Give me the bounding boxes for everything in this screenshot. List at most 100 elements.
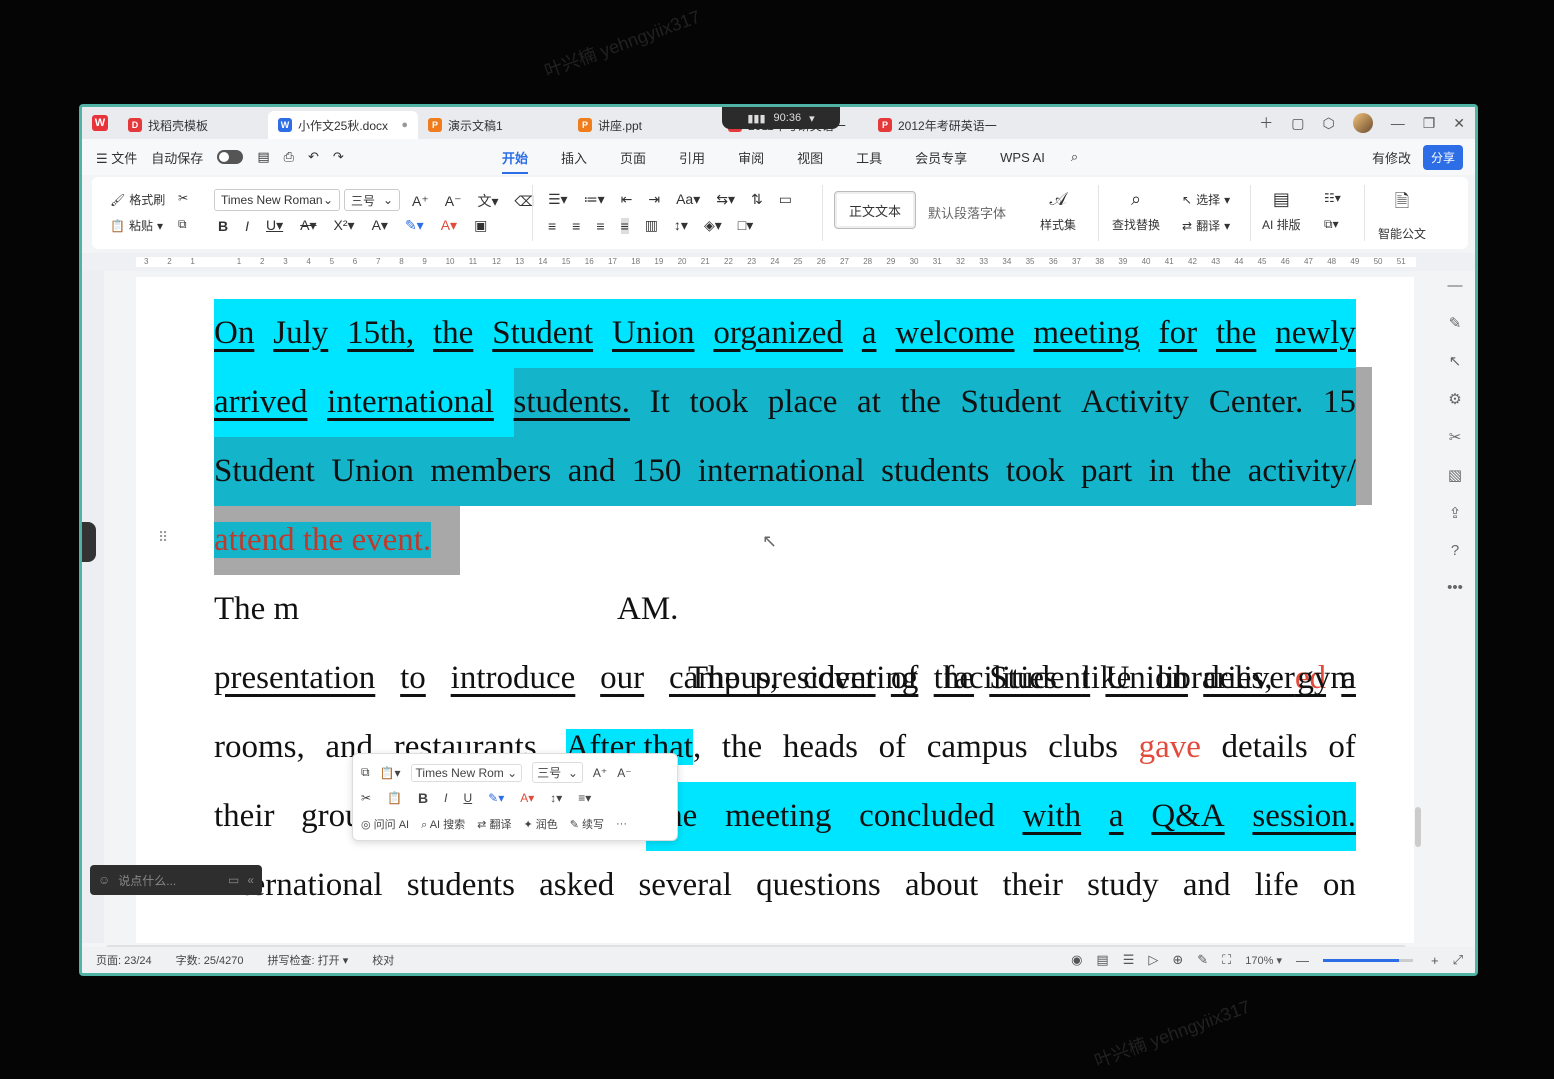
shrink-font-icon[interactable]: A⁻ <box>445 193 462 210</box>
proofread[interactable]: 校对 <box>372 952 394 968</box>
arrange-icon[interactable]: ⧉▾ <box>1324 217 1339 232</box>
menu-item-5[interactable]: 视图 <box>797 148 823 167</box>
increase-indent-icon[interactable]: ⇥ <box>648 191 660 208</box>
phonetic-icon[interactable]: 文▾ <box>477 191 498 211</box>
cut-icon[interactable]: ✂ <box>178 191 188 205</box>
underline-icon[interactable]: U <box>463 791 472 805</box>
justify-icon[interactable]: ≡ <box>620 217 629 234</box>
smart-doc-button[interactable]: 🗎 智能公文 <box>1378 189 1426 242</box>
float-input-panel[interactable]: ☺ 说点什么... ▭ « <box>90 865 262 895</box>
close-icon[interactable]: ✕ <box>1453 115 1465 132</box>
line-spacing-icon[interactable]: ↕▾ <box>550 791 562 805</box>
app-center-icon[interactable]: ⬡ <box>1322 115 1334 132</box>
copy-icon[interactable]: ⧉ <box>361 765 370 780</box>
menu-item-0[interactable]: 开始 <box>502 148 529 174</box>
word-count[interactable]: 字数: 25/4270 <box>176 952 244 968</box>
menu-item-8[interactable]: WPS AI <box>1000 150 1045 165</box>
font-name-select[interactable]: Times New Roman ⌄ <box>214 189 340 211</box>
zoom-out-icon[interactable]: — <box>1296 953 1309 968</box>
help-icon[interactable]: ? <box>1451 542 1459 559</box>
italic-icon[interactable]: I <box>245 218 249 234</box>
superscript-icon[interactable]: X²▾ <box>334 217 355 234</box>
font-color-icon[interactable]: A▾ <box>520 791 534 805</box>
save-icon[interactable]: ▤ <box>257 149 269 165</box>
has-changes-label[interactable]: 有修改 <box>1372 148 1411 167</box>
shading-icon[interactable]: ◈▾ <box>704 217 722 234</box>
recording-indicator[interactable]: ▮▮▮ 90:36 ▾ <box>722 107 840 129</box>
bold-icon[interactable]: B <box>418 790 428 806</box>
sort-icon[interactable]: ⇅ <box>751 191 763 208</box>
align-right-icon[interactable]: ≡ <box>596 218 604 234</box>
paste-icon[interactable]: 📋▾ <box>380 766 401 780</box>
bullet-list-icon[interactable]: ☰▾ <box>548 191 568 208</box>
window-layout-icon[interactable]: ▢ <box>1291 115 1304 132</box>
cut-icon[interactable]: ✂ <box>361 791 371 805</box>
continue-writing-button[interactable]: ✎ 续写 <box>570 816 604 832</box>
pen-icon[interactable]: ✎ <box>1449 314 1462 332</box>
clipboard-icon[interactable]: 📋 <box>387 791 402 805</box>
file-menu[interactable]: ☰ 文件 <box>96 148 137 167</box>
style-default-font[interactable]: 默认段落字体 <box>928 203 1006 222</box>
minimize-icon[interactable]: — <box>1391 115 1405 131</box>
char-shading-icon[interactable]: ▣ <box>474 217 487 234</box>
ai-layout-button[interactable]: ▤ AI 排版 <box>1262 189 1301 233</box>
more-icon[interactable]: ··· <box>616 818 627 830</box>
cursor-icon[interactable]: ↖ <box>1449 352 1462 370</box>
collapse-icon[interactable]: — <box>1448 277 1463 294</box>
redo-icon[interactable]: ↷ <box>333 149 344 165</box>
highlight-icon[interactable]: ✎▾ <box>405 217 424 234</box>
drag-handle-icon[interactable]: ⠿ <box>158 529 168 546</box>
ai-search-button[interactable]: ⌕ AI 搜索 <box>421 816 465 832</box>
avatar[interactable] <box>1352 113 1373 133</box>
find-replace-button[interactable]: ⌕ 查找替换 <box>1112 189 1160 233</box>
font-color-icon[interactable]: A▾ <box>441 217 457 234</box>
zoom-level[interactable]: 170% ▾ <box>1245 954 1282 967</box>
polish-button[interactable]: ✦ 润色 <box>523 816 557 832</box>
style-set-button[interactable]: 𝒜 样式集 <box>1040 189 1076 233</box>
paste-button[interactable]: 📋 粘贴 ▾ <box>110 217 163 234</box>
grow-font-icon[interactable]: A⁺ <box>412 193 429 210</box>
pen-icon[interactable]: ✎ <box>1197 952 1208 968</box>
share-button[interactable]: 分享 <box>1422 144 1463 170</box>
highlight-icon[interactable]: ✎▾ <box>488 791 504 805</box>
new-tab-icon[interactable]: ＋ <box>1259 113 1273 133</box>
tools-icon[interactable]: ✂ <box>1449 428 1462 446</box>
mini-translate-button[interactable]: ⇄ 翻译 <box>477 816 511 832</box>
translate-button[interactable]: ⇄ 翻译 ▾ <box>1182 217 1230 234</box>
border-icon[interactable]: ▭ <box>779 191 792 208</box>
wps-logo[interactable]: W <box>82 107 118 139</box>
horizontal-ruler[interactable]: 3 2 1 1 2 3 4 5 6 7 8 9 10 11 12 13 14 15 16 17 18 19 20 21 22 23… <box>82 253 1475 271</box>
vertical-scrollbar[interactable] <box>1415 807 1421 847</box>
list-style-icon[interactable]: ☷▾ <box>1324 191 1341 205</box>
undo-icon[interactable]: ↶ <box>308 149 319 165</box>
distribute-icon[interactable]: ▥ <box>645 217 658 234</box>
eye-icon[interactable]: ◉ <box>1071 952 1082 968</box>
menu-item-3[interactable]: 引用 <box>679 148 705 167</box>
numbered-list-icon[interactable]: ≔▾ <box>584 191 605 208</box>
align-icon[interactable]: ≡▾ <box>578 791 591 805</box>
zoom-in-icon[interactable]: + <box>1431 953 1439 968</box>
document-page[interactable]: On July 15th, the Student Union organized a welc… <box>136 277 1414 943</box>
font-size-select[interactable]: 三号 ⌄ <box>344 189 400 211</box>
zoom-slider[interactable] <box>1323 958 1413 962</box>
copy-icon[interactable]: ⧉ <box>178 217 187 232</box>
mini-font-select[interactable]: Times New Rom ⌄ <box>410 763 523 782</box>
double-chevron-left-icon[interactable]: « <box>247 873 254 887</box>
share-icon[interactable]: ⇪ <box>1449 504 1462 522</box>
fit-icon[interactable]: ⛶ <box>1222 952 1231 968</box>
sliders-icon[interactable]: ⚙ <box>1448 390 1461 408</box>
search-icon[interactable]: ⌕ <box>1071 149 1078 165</box>
mini-size-select[interactable]: 三号 ⌄ <box>532 762 583 783</box>
style-normal-text[interactable]: 正文文本 <box>834 191 916 229</box>
restore-icon[interactable]: ❐ <box>1423 115 1436 132</box>
page-indicator[interactable]: 页面: 23/24 <box>96 952 152 968</box>
print-icon[interactable]: ⎙ <box>284 149 294 165</box>
fullscreen-icon[interactable]: ⤢ <box>1453 952 1463 968</box>
menu-item-7[interactable]: 会员专享 <box>915 148 967 167</box>
menu-item-4[interactable]: 审阅 <box>738 148 764 167</box>
bold-icon[interactable]: B <box>218 218 228 234</box>
play-icon[interactable]: ▷ <box>1148 952 1158 968</box>
outline-view-icon[interactable]: ☰ <box>1123 952 1135 968</box>
tab-5[interactable]: P 2012年考研英语一 <box>868 111 1018 139</box>
web-view-icon[interactable]: ⊕ <box>1172 952 1183 968</box>
